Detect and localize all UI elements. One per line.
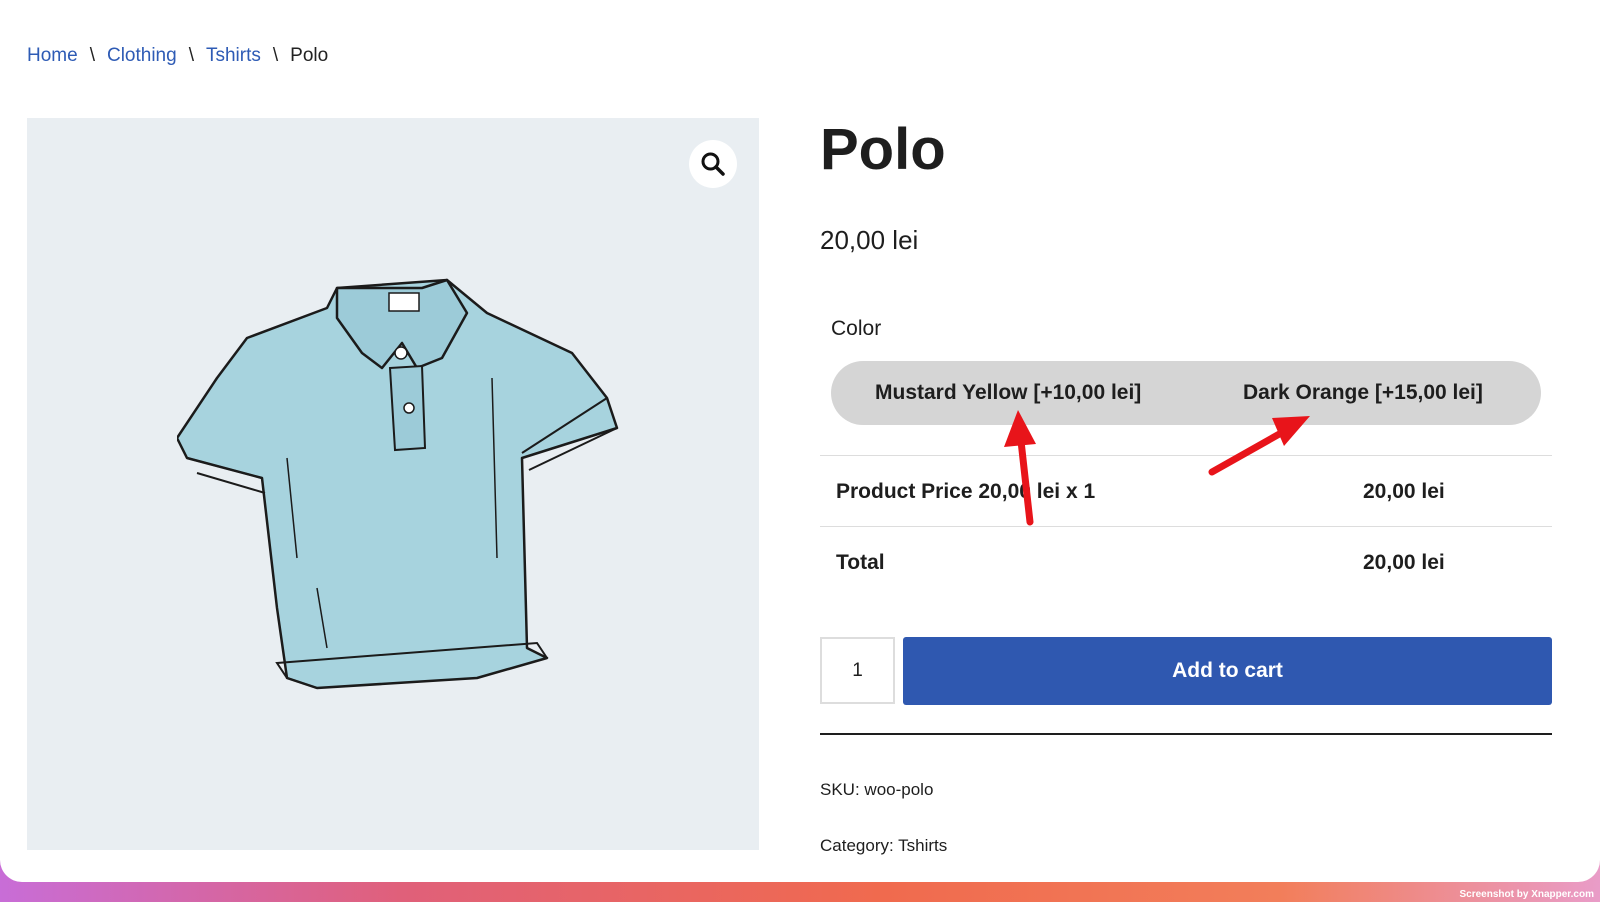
add-to-cart-button[interactable]: Add to cart	[903, 637, 1552, 705]
color-swatches: Mustard Yellow [+10,00 lei] Dark Orange …	[831, 361, 1541, 425]
sku-value: woo-polo	[864, 780, 934, 799]
quantity-input[interactable]	[820, 637, 895, 704]
breadcrumb-clothing[interactable]: Clothing	[107, 45, 177, 66]
product-price-label: Product Price 20,00 lei x 1	[836, 480, 1096, 503]
breadcrumb: Home \ Clothing \ Tshirts \ Polo	[27, 45, 328, 67]
product-gallery[interactable]	[27, 118, 759, 850]
swatch-dark-orange[interactable]: Dark Orange [+15,00 lei]	[1243, 361, 1483, 425]
total-label: Total	[836, 551, 885, 574]
watermark: Screenshot by Xnapper.com	[1459, 889, 1595, 900]
table-row: Total 20,00 lei	[820, 526, 1552, 597]
category-meta: Category: Tshirts	[820, 836, 947, 856]
category-label: Category:	[820, 836, 894, 855]
breadcrumb-separator: \	[188, 45, 194, 66]
sku-meta: SKU: woo-polo	[820, 780, 933, 800]
breadcrumb-separator: \	[272, 45, 279, 66]
polo-shirt-illustration	[177, 278, 619, 690]
breadcrumb-current: Polo	[290, 45, 329, 66]
zoom-button[interactable]	[689, 140, 737, 188]
magnifier-icon	[701, 152, 725, 176]
sku-label: SKU:	[820, 780, 860, 799]
product-price: 20,00 lei	[820, 225, 919, 255]
price-summary-table: Product Price 20,00 lei x 1 20,00 lei To…	[820, 455, 1552, 597]
breadcrumb-tshirts[interactable]: Tshirts	[206, 45, 261, 66]
category-link[interactable]: Tshirts	[898, 836, 947, 855]
color-label: Color	[831, 317, 882, 340]
swatch-mustard-yellow[interactable]: Mustard Yellow [+10,00 lei]	[875, 361, 1141, 425]
total-value: 20,00 lei	[1363, 551, 1445, 574]
product-price-value: 20,00 lei	[1363, 480, 1445, 503]
divider	[820, 733, 1552, 735]
breadcrumb-separator: \	[89, 45, 95, 66]
product-title: Polo	[820, 117, 946, 182]
product-page: Home \ Clothing \ Tshirts \ Polo Polo 20,00 le…	[0, 0, 1600, 882]
breadcrumb-home[interactable]: Home	[27, 45, 78, 66]
table-row: Product Price 20,00 lei x 1 20,00 lei	[820, 455, 1552, 526]
